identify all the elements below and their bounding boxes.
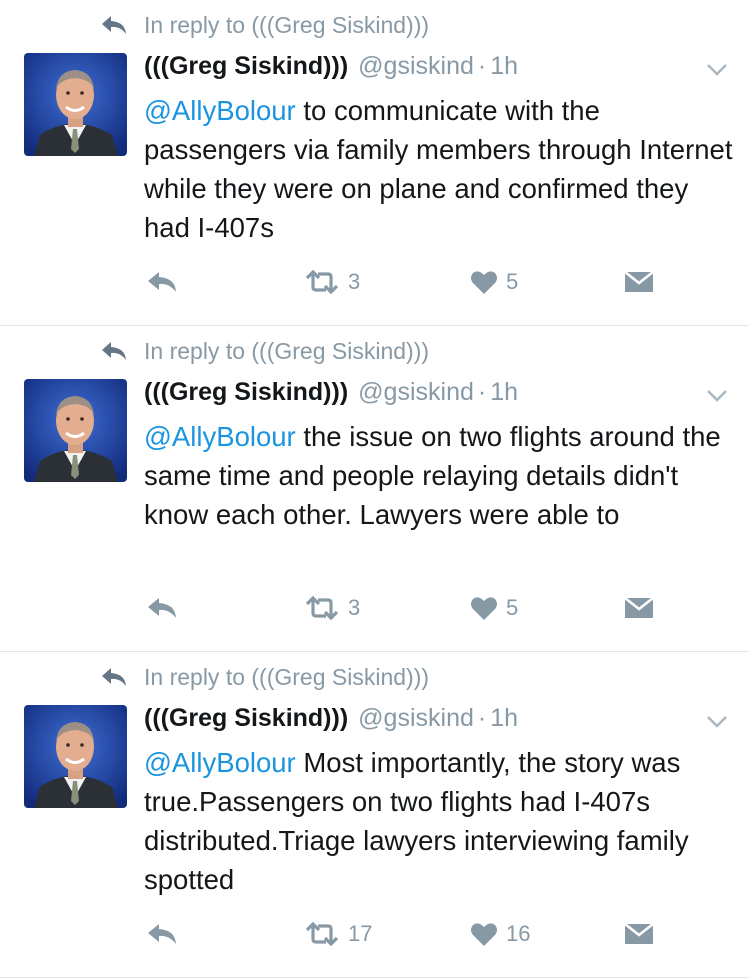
reply-icon bbox=[148, 598, 176, 618]
envelope-icon bbox=[624, 597, 654, 618]
tweet-header: (((Greg Siskind))) @gsiskind · 1h bbox=[144, 378, 689, 414]
avatar-image bbox=[24, 379, 127, 482]
like-count: 5 bbox=[506, 595, 519, 620]
reply-context[interactable]: In reply to (((Greg Siskind))) bbox=[100, 662, 429, 692]
retweet-icon bbox=[305, 595, 339, 621]
avatar[interactable] bbox=[24, 705, 127, 808]
avatar[interactable] bbox=[24, 53, 127, 156]
timestamp[interactable]: 1h bbox=[490, 704, 518, 733]
direct-message-button[interactable] bbox=[624, 917, 654, 951]
like-button[interactable]: 16 bbox=[470, 917, 530, 951]
username[interactable]: @gsiskind bbox=[358, 704, 474, 733]
reply-icon bbox=[148, 924, 176, 944]
reply-button[interactable] bbox=[146, 917, 178, 951]
retweet-count: 17 bbox=[348, 921, 373, 946]
reply-button[interactable] bbox=[146, 591, 178, 625]
chevron-down-icon[interactable] bbox=[705, 62, 729, 78]
tweet-actions: 3 5 bbox=[144, 591, 684, 625]
reply-context[interactable]: In reply to (((Greg Siskind))) bbox=[100, 10, 429, 40]
like-button[interactable]: 5 bbox=[470, 265, 518, 299]
reply-button[interactable] bbox=[146, 265, 178, 299]
envelope-icon bbox=[624, 923, 654, 944]
display-name[interactable]: (((Greg Siskind))) bbox=[144, 52, 348, 81]
username[interactable]: @gsiskind bbox=[358, 378, 474, 407]
tweet-header: (((Greg Siskind))) @gsiskind · 1h bbox=[144, 704, 689, 740]
tweet-text: @AllyBolour Most importantly, the story … bbox=[144, 743, 734, 899]
heart-icon bbox=[471, 597, 497, 620]
timestamp[interactable]: 1h bbox=[490, 52, 518, 81]
like-count: 5 bbox=[506, 269, 519, 294]
direct-message-button[interactable] bbox=[624, 591, 654, 625]
reply-context-text: In reply to (((Greg Siskind))) bbox=[144, 11, 430, 38]
mention-link[interactable]: @AllyBolour bbox=[144, 747, 296, 778]
envelope-icon bbox=[624, 271, 654, 292]
tweet[interactable]: In reply to (((Greg Siskind))) (((Greg S… bbox=[0, 326, 749, 652]
reply-arrow-icon bbox=[102, 16, 126, 34]
tweet[interactable]: In reply to (((Greg Siskind))) (((Greg S… bbox=[0, 652, 749, 978]
avatar-image bbox=[24, 53, 127, 156]
tweet-actions: 3 5 bbox=[144, 265, 684, 299]
direct-message-button[interactable] bbox=[624, 265, 654, 299]
tweet-text: @AllyBolour the issue on two flights aro… bbox=[144, 417, 734, 534]
separator-dot: · bbox=[477, 704, 487, 732]
heart-icon bbox=[471, 271, 497, 294]
retweet-icon bbox=[305, 269, 339, 295]
reply-context-text: In reply to (((Greg Siskind))) bbox=[144, 337, 430, 364]
separator-dot: · bbox=[477, 52, 487, 80]
tweet-actions: 17 16 bbox=[144, 917, 684, 951]
retweet-count: 3 bbox=[348, 595, 361, 620]
avatar[interactable] bbox=[24, 379, 127, 482]
username[interactable]: @gsiskind bbox=[358, 52, 474, 81]
retweet-icon bbox=[305, 921, 339, 947]
chevron-down-icon[interactable] bbox=[705, 388, 729, 404]
mention-link[interactable]: @AllyBolour bbox=[144, 421, 296, 452]
reply-arrow-icon bbox=[102, 342, 126, 360]
avatar-image bbox=[24, 705, 127, 808]
reply-arrow-icon bbox=[102, 668, 126, 686]
mention-link[interactable]: @AllyBolour bbox=[144, 95, 296, 126]
retweet-button[interactable]: 3 bbox=[304, 265, 360, 299]
reply-context-text: In reply to (((Greg Siskind))) bbox=[144, 663, 430, 690]
retweet-button[interactable]: 3 bbox=[304, 591, 360, 625]
chevron-down-icon[interactable] bbox=[705, 714, 729, 730]
tweet-text: @AllyBolour to communicate with the pass… bbox=[144, 91, 734, 247]
display-name[interactable]: (((Greg Siskind))) bbox=[144, 704, 348, 733]
timestamp[interactable]: 1h bbox=[490, 378, 518, 407]
reply-icon bbox=[148, 272, 176, 292]
like-button[interactable]: 5 bbox=[470, 591, 518, 625]
display-name[interactable]: (((Greg Siskind))) bbox=[144, 378, 348, 407]
tweet-header: (((Greg Siskind))) @gsiskind · 1h bbox=[144, 52, 689, 88]
retweet-button[interactable]: 17 bbox=[304, 917, 372, 951]
tweet[interactable]: In reply to (((Greg Siskind))) (((Greg S… bbox=[0, 0, 749, 326]
retweet-count: 3 bbox=[348, 269, 361, 294]
reply-context[interactable]: In reply to (((Greg Siskind))) bbox=[100, 336, 429, 366]
like-count: 16 bbox=[506, 921, 531, 946]
separator-dot: · bbox=[477, 378, 487, 406]
heart-icon bbox=[471, 923, 497, 946]
